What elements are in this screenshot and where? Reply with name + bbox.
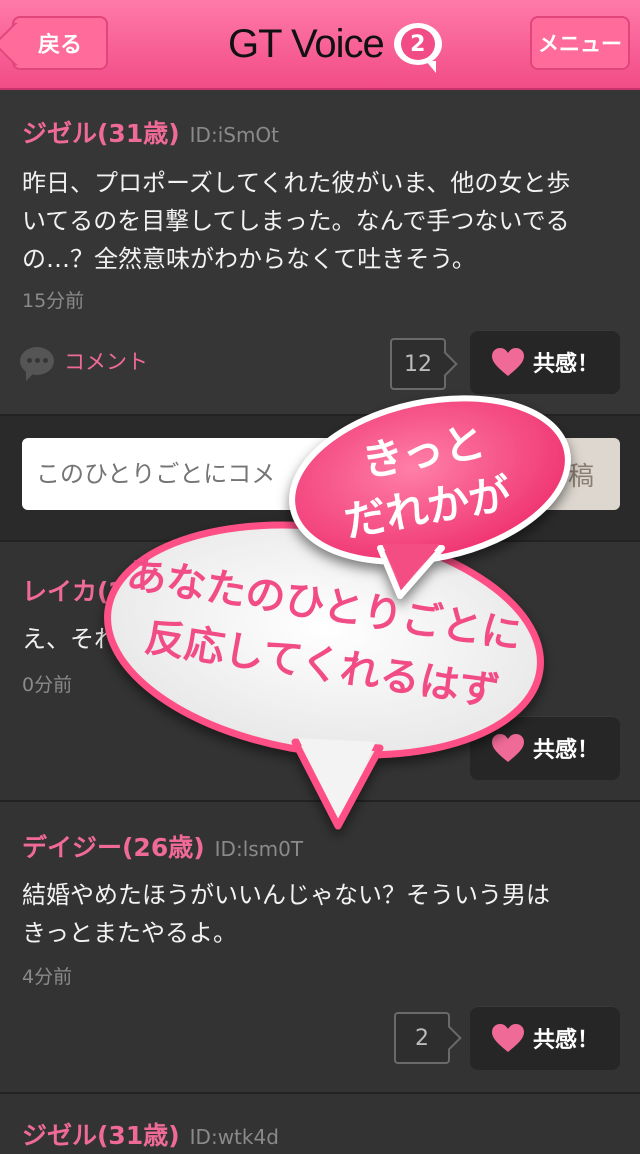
main-post: ジゼル(31歳) ID:iSmOt 昨日、プロポーズしてくれた彼がいま、他の女と歩… — [0, 90, 640, 416]
post-text-line: いてるのを目撃してしまった。なんで手つないでる — [22, 207, 570, 235]
comment-form: 稿 — [0, 416, 640, 542]
empathy-button[interactable]: 共感！ — [470, 330, 620, 394]
badge-count: 2 — [400, 28, 435, 60]
post-time: 15分前 — [22, 290, 85, 312]
header-bar: 戻る GT Voice 2 メニュー — [0, 0, 640, 90]
reply-text: 結婚やめたほうがいいんじゃない？そういう男は きっとまたやるよ。 — [22, 876, 622, 952]
post-comment-button[interactable]: 稿 — [482, 438, 620, 510]
reply-author: ジゼル(31歳) ID:wtk4d — [22, 1116, 279, 1152]
reply-time: 0分前 — [22, 674, 73, 696]
reply-item: デイジー(26歳) ID:lsm0T 結婚やめたほうがいいんじゃない？そういう男は… — [0, 802, 640, 1094]
reply-author-id: ID:hRrei — [235, 581, 317, 605]
reply-time: 4分前 — [22, 966, 73, 988]
post-text: 昨日、プロポーズしてくれた彼がいま、他の女と歩 いてるのを目撃してしまった。なん… — [22, 164, 622, 278]
reply-author: レイカ(2 ID:hRrei — [22, 572, 316, 608]
heart-icon — [491, 1024, 524, 1052]
reply-author-name: デイジー(26歳) — [22, 833, 205, 862]
back-button[interactable]: 戻る — [12, 16, 108, 70]
heart-icon — [491, 734, 524, 762]
empathy-count: 12 — [390, 338, 446, 390]
empathy-label: 共感！ — [532, 1028, 599, 1053]
post-author: ジゼル(31歳) ID:iSmOt — [22, 114, 279, 150]
reply-text-line: 結婚やめたほうがいいんじゃない？そういう男は — [22, 881, 550, 909]
reply-author-id: ID:lsm0T — [214, 837, 304, 861]
back-label: 戻る — [37, 33, 82, 58]
empathy-button[interactable]: 共感！ — [470, 1006, 620, 1070]
reply-author: デイジー(26歳) ID:lsm0T — [22, 828, 303, 864]
app-logo: GT Voice 2 — [228, 18, 442, 73]
reply-item: ジゼル(31歳) ID:wtk4d — [0, 1094, 640, 1154]
menu-button[interactable]: メニュー — [530, 16, 630, 70]
reply-author-id: ID:wtk4d — [189, 1125, 279, 1149]
speech-badge-icon: 2 — [393, 23, 442, 73]
author-id: ID:iSmOt — [189, 123, 280, 147]
empathy-count: 2 — [394, 1012, 450, 1064]
reply-item: レイカ(2 ID:hRrei え、それ、 0分前 共感！ — [0, 542, 640, 802]
comment-link[interactable]: コメント — [20, 346, 148, 381]
comment-label: コメント — [64, 350, 148, 374]
heart-icon — [491, 348, 524, 376]
empathy-button[interactable]: 共感！ — [470, 716, 620, 780]
app-title: GT Voice — [228, 21, 385, 66]
author-name: ジゼル(31歳) — [22, 119, 180, 148]
comment-input[interactable] — [22, 438, 482, 510]
empathy-label: 共感！ — [532, 352, 599, 377]
empathy-label: 共感！ — [532, 738, 599, 763]
reply-text-line: きっとまたやるよ。 — [22, 919, 238, 947]
post-text-line: の…？全然意味がわからなくて吐きそう。 — [22, 245, 476, 273]
post-text-line: 昨日、プロポーズしてくれた彼がいま、他の女と歩 — [22, 169, 571, 197]
reply-text: え、それ、 — [22, 625, 143, 653]
reply-author-name: レイカ(2 — [22, 577, 126, 606]
comment-bubble-icon — [20, 347, 54, 381]
